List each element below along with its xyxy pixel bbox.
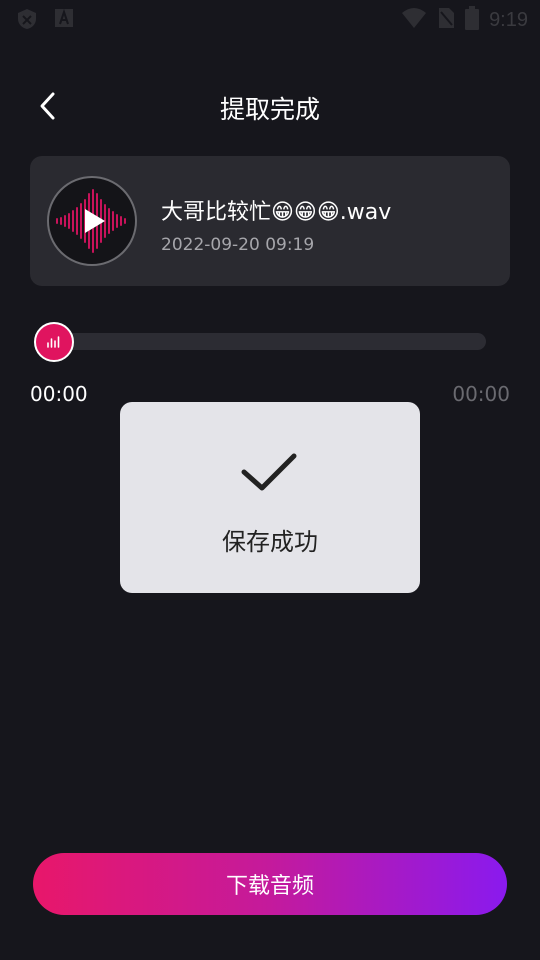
progress-knob[interactable] [34,322,74,362]
audio-bars-icon [47,336,60,348]
clock: 9:19 [489,8,528,31]
shield-icon [16,8,38,34]
toast-message: 保存成功 [222,528,318,556]
total-time: 00:00 [452,382,510,406]
progress-track[interactable] [38,333,486,350]
download-audio-button[interactable]: 下载音频 [33,853,507,915]
no-sim-icon [437,7,455,33]
file-date: 2022-09-20 09:19 [161,235,315,255]
top-bar: 提取完成 [0,80,540,132]
file-name: 大哥比较忙😁😁😁.wav [161,200,392,225]
checkmark-icon [241,453,297,491]
status-bar: 9:19 [0,0,540,36]
audio-file-card: 大哥比较忙😁😁😁.wav 2022-09-20 09:19 [30,156,510,286]
page-title: 提取完成 [219,95,320,124]
wifi-icon [401,7,427,33]
battery-icon [465,6,480,34]
app-notification-icon [54,8,74,34]
current-time: 00:00 [30,382,88,406]
download-audio-label: 下载音频 [225,874,314,899]
play-button[interactable] [47,176,137,266]
save-success-toast: 保存成功 [120,402,420,593]
